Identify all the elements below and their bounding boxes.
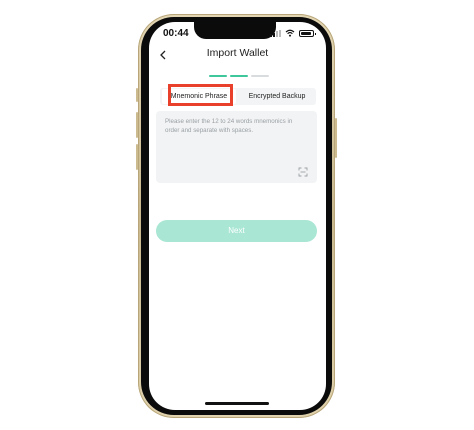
next-button[interactable]: Next [156,220,317,242]
step-progress [209,75,269,77]
progress-step-2 [230,75,248,77]
status-time: 00:44 [163,28,189,39]
status-icons [270,29,316,37]
progress-step-3 [251,75,269,77]
progress-step-1 [209,75,227,77]
scan-icon[interactable] [298,167,308,177]
nav-header: Import Wallet [149,46,326,64]
signal-icon [270,29,281,37]
app-screen: 00:44 Import Wallet Mnemonic Phrase Encr… [149,22,326,410]
mnemonic-placeholder: Please enter the 12 to 24 words mnemonic… [165,118,293,134]
battery-icon [299,29,316,37]
phone-notch [194,22,276,39]
phone-volume-up-button [136,112,138,138]
phone-power-button [335,118,337,158]
home-indicator [205,402,269,405]
phone-side-button [136,88,138,102]
phone-volume-down-button [136,144,138,170]
wifi-icon [285,29,295,37]
tab-encrypted-backup[interactable]: Encrypted Backup [240,89,314,104]
mnemonic-input[interactable]: Please enter the 12 to 24 words mnemonic… [156,111,317,183]
annotation-highlight-box [168,84,233,106]
page-title: Import Wallet [206,47,269,59]
